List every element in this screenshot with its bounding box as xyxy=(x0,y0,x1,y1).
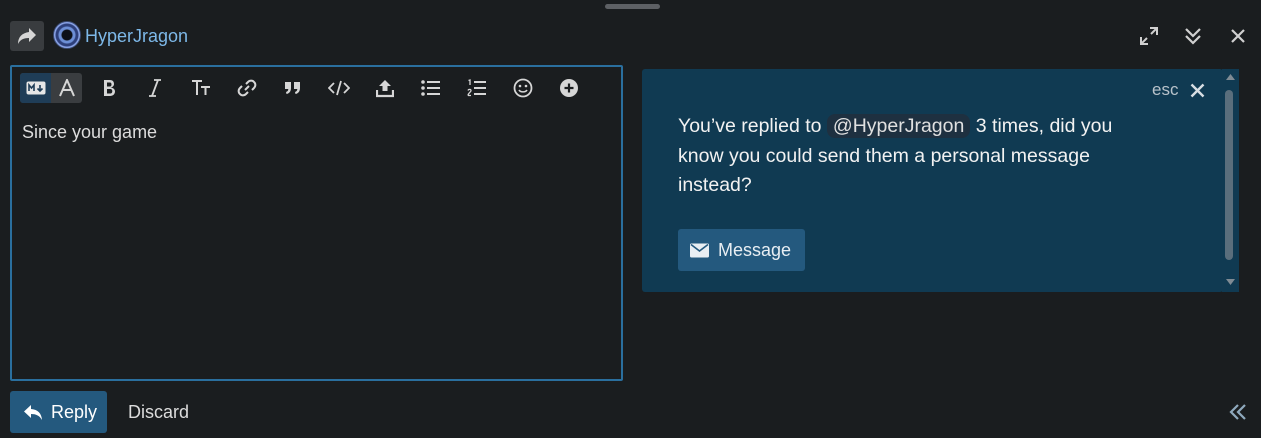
drag-handle[interactable] xyxy=(605,4,660,9)
numbered-list-button[interactable] xyxy=(462,73,492,103)
share-arrow-icon xyxy=(18,28,36,44)
username-link[interactable]: HyperJragon xyxy=(85,26,188,47)
italic-button[interactable] xyxy=(140,73,170,103)
user-mention[interactable]: @HyperJragon xyxy=(826,114,971,138)
close-icon xyxy=(1190,83,1204,97)
plus-circle-icon xyxy=(560,79,578,97)
reply-to-button[interactable] xyxy=(10,21,44,51)
reply-icon xyxy=(24,404,42,420)
emoji-button[interactable] xyxy=(508,73,538,103)
quote-icon xyxy=(285,82,300,94)
upload-icon xyxy=(376,80,394,98)
message-button-label: Message xyxy=(718,239,792,260)
heading-button[interactable] xyxy=(186,73,216,103)
expand-icon[interactable] xyxy=(1137,24,1161,48)
link-icon xyxy=(237,79,257,97)
upload-button[interactable] xyxy=(370,73,400,103)
suggestion-text: You’ve replied to @HyperJragon 3 times, … xyxy=(678,112,1118,201)
suggestion-text-before: You’ve replied to xyxy=(678,115,822,137)
close-icon[interactable] xyxy=(1226,24,1250,48)
message-button[interactable]: Message xyxy=(678,229,805,271)
reply-button-label: Reply xyxy=(51,401,98,422)
chevrons-left-icon xyxy=(1229,404,1246,420)
smile-icon xyxy=(513,78,533,98)
bullet-list-icon xyxy=(421,80,440,96)
editor-toolbar xyxy=(20,73,610,103)
blockquote-button[interactable] xyxy=(278,73,308,103)
bold-button[interactable] xyxy=(94,73,124,103)
numbered-list-icon xyxy=(467,79,486,97)
reply-button[interactable]: Reply xyxy=(10,391,107,433)
avatar[interactable] xyxy=(53,21,81,49)
code-button[interactable] xyxy=(324,73,354,103)
collapse-button[interactable] xyxy=(1226,400,1250,424)
discard-button[interactable]: Discard xyxy=(128,402,189,423)
italic-icon xyxy=(149,79,161,97)
bold-icon xyxy=(104,80,115,96)
scroll-up-icon xyxy=(1226,74,1235,80)
link-button[interactable] xyxy=(232,73,262,103)
scrollbar-thumb[interactable] xyxy=(1225,90,1233,260)
heading-icon xyxy=(192,80,210,95)
composer-editor[interactable]: Since your game xyxy=(10,65,623,381)
more-options-button[interactable] xyxy=(554,73,584,103)
popup-close-button[interactable] xyxy=(1186,79,1208,101)
envelope-icon xyxy=(690,243,709,257)
bullet-list-button[interactable] xyxy=(416,73,446,103)
scroll-down-icon xyxy=(1226,279,1235,285)
editor-content[interactable]: Since your game xyxy=(22,122,157,143)
code-icon xyxy=(328,80,350,96)
chevrons-down-icon[interactable] xyxy=(1181,24,1205,48)
esc-hint: esc xyxy=(1152,80,1179,99)
